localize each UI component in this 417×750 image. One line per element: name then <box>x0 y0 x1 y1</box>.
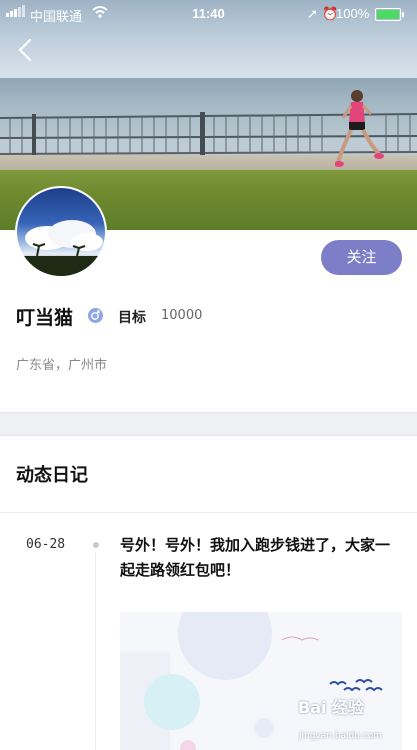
back-button[interactable] <box>12 34 40 66</box>
timeline-dot <box>93 542 99 548</box>
watermark-url: jingyan.baidu.com <box>299 731 383 741</box>
section-separator <box>0 512 417 513</box>
diary-entry-date: 06-28 <box>26 537 66 552</box>
profile-location: 广东省，广州市 <box>16 358 108 373</box>
gender-icon <box>88 308 103 323</box>
diary-entry-text: 号外！号外！我加入跑步钱进了，大家一起走路领红包吧！ <box>120 536 391 579</box>
avatar-image <box>17 220 105 276</box>
follow-button[interactable]: 关注 <box>321 240 402 275</box>
status-bar: 中国联通 11:40 ➚ ⏰ 100% <box>0 0 417 26</box>
diary-section-title: 动态日记 <box>16 465 88 486</box>
battery-percent: 100% <box>336 6 370 21</box>
avatar[interactable] <box>15 186 107 278</box>
goal-value: 10000 <box>161 308 203 323</box>
location-icon: ➚ <box>307 6 321 21</box>
runner-figure <box>335 90 384 167</box>
battery-icon <box>375 8 404 21</box>
bird-sketch <box>281 636 319 641</box>
diary-entry-image[interactable] <box>120 612 402 750</box>
profile-name: 叮当猫 <box>16 307 74 329</box>
timeline-line <box>95 552 96 750</box>
back-arrow-icon <box>18 38 32 62</box>
watermark-logo: Bai 经验 <box>298 698 365 717</box>
section-divider <box>0 412 417 436</box>
goal-label: 目标 <box>118 310 146 326</box>
